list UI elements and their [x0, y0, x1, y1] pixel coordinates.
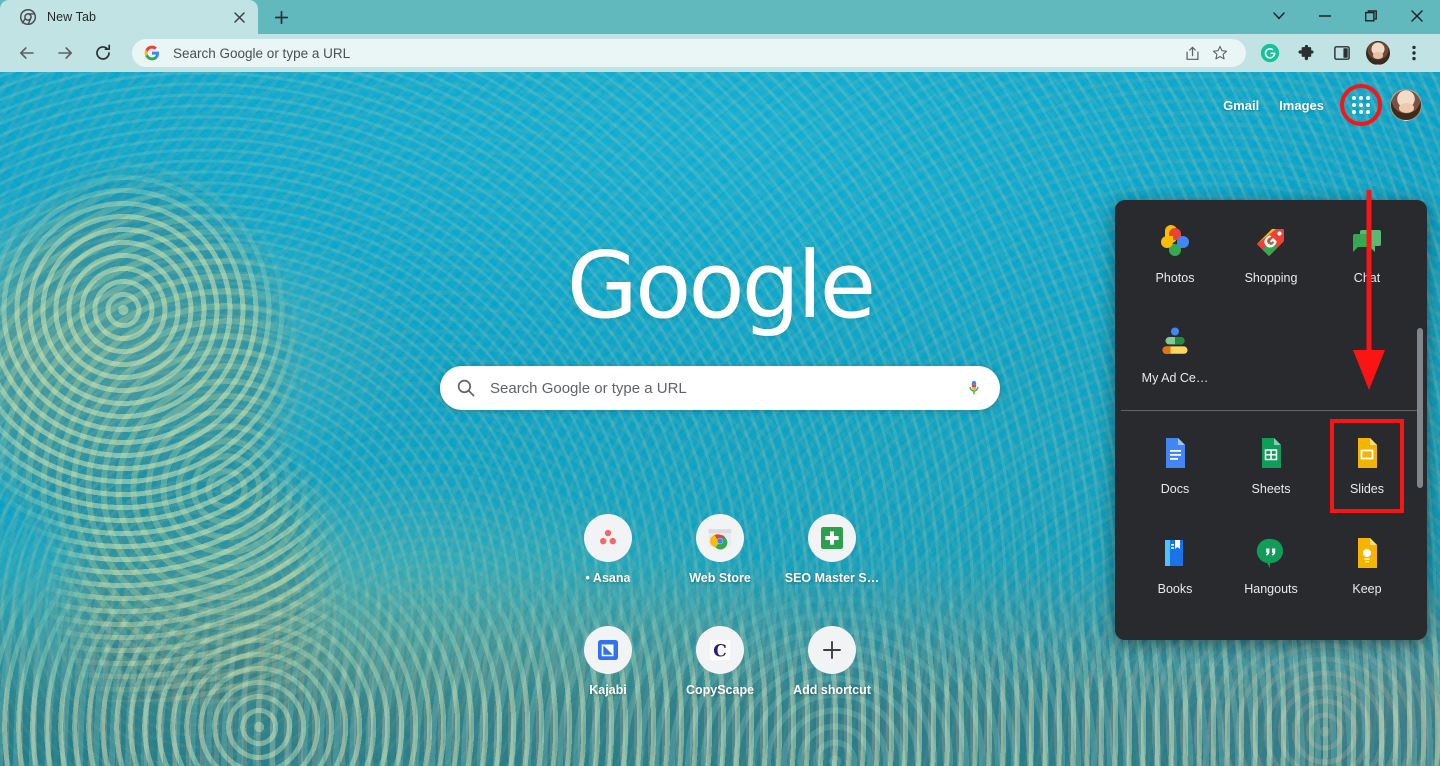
images-link[interactable]: Images: [1279, 98, 1324, 113]
app-hangouts[interactable]: Hangouts: [1223, 517, 1319, 617]
tab-close-button[interactable]: [228, 6, 250, 28]
three-dot-menu-icon[interactable]: [1399, 38, 1429, 68]
chrome-icon: [20, 9, 36, 25]
shortcut-label: • Asana: [585, 571, 631, 585]
avatar[interactable]: [1363, 38, 1393, 68]
google-sheets-icon: [1251, 433, 1291, 473]
add-shortcut-button[interactable]: Add shortcut: [776, 616, 888, 728]
app-label: Shopping: [1244, 271, 1298, 285]
apps-section-primary: Photos G Shopping Chat My Ad Ce…: [1115, 200, 1427, 410]
google-hangouts-icon: [1251, 533, 1291, 573]
bookmark-star-icon[interactable]: [1206, 39, 1234, 67]
kajabi-icon: [584, 626, 632, 674]
apps-button-highlight-ring: [1340, 84, 1382, 126]
google-shopping-icon: G: [1251, 222, 1291, 262]
search-placeholder: Search Google or type a URL: [490, 379, 687, 397]
reload-icon[interactable]: [88, 38, 118, 68]
forward-arrow-icon[interactable]: [50, 38, 80, 68]
svg-text:C: C: [713, 642, 727, 662]
google-keep-icon: [1347, 533, 1387, 573]
apps-row: Photos G Shopping Chat My Ad Ce…: [1115, 206, 1427, 406]
shortcut-web-store[interactable]: Web Store: [664, 504, 776, 616]
address-bar-placeholder: Search Google or type a URL: [173, 45, 351, 61]
search-icon: [456, 378, 476, 398]
google-g-icon: [144, 45, 160, 61]
google-chat-icon: [1347, 222, 1387, 262]
app-slides[interactable]: Slides: [1319, 417, 1415, 517]
app-analytics[interactable]: [1127, 627, 1223, 640]
google-books-icon: [1155, 533, 1195, 573]
search-input[interactable]: Search Google or type a URL: [440, 366, 1000, 410]
shortcut-label: Kajabi: [589, 683, 627, 697]
asana-icon: [584, 514, 632, 562]
shortcut-label: SEO Master S…: [784, 571, 880, 585]
shortcut-label: CopyScape: [685, 683, 755, 697]
app-books[interactable]: Books: [1127, 517, 1223, 617]
apps-row: Docs Sheets Slides Books Hangouts Keep: [1115, 417, 1427, 617]
side-panel-icon[interactable]: [1327, 38, 1357, 68]
app-photos[interactable]: Photos: [1127, 206, 1223, 306]
apps-row: [1115, 627, 1427, 640]
address-bar-actions: [1178, 39, 1234, 67]
app-label: Chat: [1353, 271, 1381, 285]
copyscape-icon: C: [696, 626, 744, 674]
shortcut-kajabi[interactable]: Kajabi: [552, 616, 664, 728]
new-tab-page: Gmail Images Google Search Google or typ…: [0, 72, 1440, 766]
app-sheets[interactable]: Sheets: [1223, 417, 1319, 517]
new-tab-button[interactable]: [264, 3, 298, 31]
apps-section-partial: [1115, 621, 1427, 640]
shortcut-copyscape[interactable]: C CopyScape: [664, 616, 776, 728]
tab-title: New Tab: [47, 10, 97, 24]
google-apps-panel: Photos G Shopping Chat My Ad Ce… Docs Sh…: [1115, 200, 1427, 640]
app-docs[interactable]: Docs: [1127, 417, 1223, 517]
app-label: Hangouts: [1244, 582, 1298, 596]
apps-panel-scrollbar[interactable]: [1417, 328, 1423, 488]
maximize-button[interactable]: [1348, 0, 1394, 32]
shortcut-seo-master[interactable]: SEO Master S…: [776, 504, 888, 616]
browser-toolbar: Search Google or type a URL: [0, 34, 1440, 72]
ntp-top-links: Gmail Images: [1223, 84, 1422, 126]
shortcut-asana[interactable]: • Asana: [552, 504, 664, 616]
window-controls: [1256, 0, 1440, 32]
google-docs-icon: [1155, 433, 1195, 473]
app-earth[interactable]: [1319, 627, 1415, 640]
app-chat[interactable]: Chat: [1319, 206, 1415, 306]
extensions-puzzle-icon[interactable]: [1291, 38, 1321, 68]
shortcut-tiles: • Asana Web Store SEO Master S… Kajabi C…: [560, 504, 880, 728]
google-photos-icon: [1155, 222, 1195, 262]
google-apps-grid-button[interactable]: [1340, 84, 1382, 126]
chrome-web-store-icon: [696, 514, 744, 562]
address-bar[interactable]: Search Google or type a URL: [132, 39, 1246, 67]
minimize-button[interactable]: [1302, 0, 1348, 32]
microphone-icon[interactable]: [964, 378, 984, 398]
google-account-avatar[interactable]: [1390, 89, 1422, 121]
app-label: Sheets: [1251, 482, 1291, 496]
app-classroom[interactable]: [1223, 627, 1319, 640]
shortcut-label: Add shortcut: [793, 683, 871, 697]
gmail-link[interactable]: Gmail: [1223, 98, 1259, 113]
apps-section-workspace: Docs Sheets Slides Books Hangouts Keep: [1115, 411, 1427, 621]
grammarly-icon[interactable]: [1255, 38, 1285, 68]
app-my-ad-center[interactable]: My Ad Ce…: [1127, 306, 1223, 406]
tab-strip: New Tab: [0, 0, 1440, 34]
app-label: Docs: [1160, 482, 1190, 496]
share-icon[interactable]: [1178, 39, 1206, 67]
app-label: My Ad Ce…: [1141, 371, 1209, 385]
browser-tab[interactable]: New Tab: [0, 0, 258, 34]
tab-search-button[interactable]: [1256, 0, 1302, 32]
seo-master-suite-icon: [808, 514, 856, 562]
shortcut-label: Web Store: [689, 571, 751, 585]
app-label: Photos: [1155, 271, 1195, 285]
my-ad-center-icon: [1155, 322, 1195, 362]
profile-avatar-image: [1366, 41, 1390, 65]
app-label: Keep: [1352, 582, 1382, 596]
plus-icon: [808, 626, 856, 674]
back-arrow-icon[interactable]: [12, 38, 42, 68]
app-label: Books: [1157, 582, 1193, 596]
close-button[interactable]: [1394, 0, 1440, 32]
app-keep[interactable]: Keep: [1319, 517, 1415, 617]
app-shopping[interactable]: G Shopping: [1223, 206, 1319, 306]
slides-highlight-box: [1330, 419, 1404, 513]
